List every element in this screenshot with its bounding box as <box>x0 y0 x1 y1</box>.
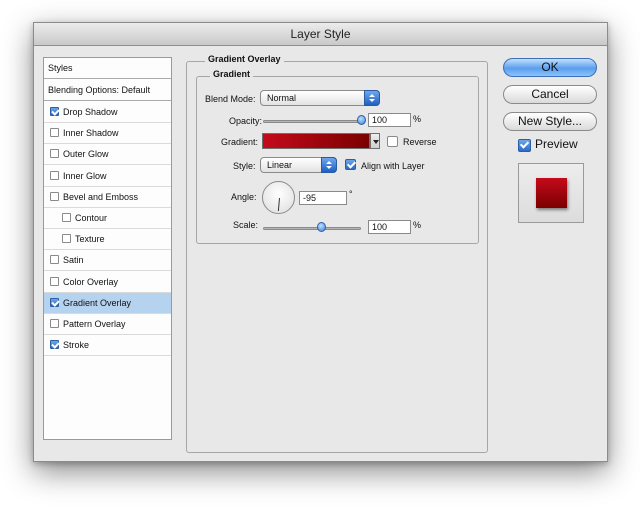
align-with-layer-label: Align with Layer <box>361 161 425 171</box>
opacity-input[interactable] <box>368 113 411 127</box>
opacity-slider-track[interactable] <box>263 120 362 123</box>
style-item-checkbox[interactable] <box>50 170 59 180</box>
title-bar[interactable]: Layer Style <box>34 23 607 46</box>
style-item-checkbox[interactable] <box>50 128 59 138</box>
blend-mode-label: Blend Mode: <box>205 94 256 104</box>
style-item-label: Gradient Overlay <box>63 297 132 308</box>
style-item-label: Color Overlay <box>63 276 119 287</box>
style-item-label: Outer Glow <box>63 149 109 160</box>
styles-list: Styles Blending Options: Default Drop Sh… <box>43 57 172 440</box>
subgroup-title: Gradient <box>210 69 254 79</box>
blend-mode-select[interactable]: Normal <box>260 90 380 106</box>
style-item-checkbox[interactable] <box>50 191 59 201</box>
scale-slider-thumb[interactable] <box>316 222 326 232</box>
gradient-swatch[interactable] <box>262 133 370 149</box>
styles-header-label: Styles <box>48 63 73 73</box>
style-item-drop-shadow[interactable]: Drop Shadow <box>44 102 171 123</box>
style-item-label: Bevel and Emboss <box>63 191 139 202</box>
scale-input[interactable] <box>368 220 411 234</box>
style-item-checkbox[interactable] <box>62 213 71 222</box>
reverse-checkbox[interactable] <box>387 136 398 147</box>
group-title: Gradient Overlay <box>205 54 284 64</box>
style-value: Linear <box>267 160 293 170</box>
reverse-label: Reverse <box>403 137 437 147</box>
style-item-label: Inner Shadow <box>63 128 119 139</box>
style-item-inner-shadow[interactable]: Inner Shadow <box>44 123 171 145</box>
style-item-stroke[interactable]: Stroke <box>44 335 171 357</box>
scale-slider-track[interactable] <box>263 227 361 230</box>
opacity-label: Opacity: <box>229 116 263 126</box>
preview-swatch <box>536 178 567 208</box>
layer-style-dialog: Layer Style Styles Blending Options: Def… <box>33 22 608 462</box>
style-item-checkbox[interactable] <box>50 255 59 265</box>
style-item-label: Contour <box>75 213 108 223</box>
style-item-inner-glow[interactable]: Inner Glow <box>44 166 171 187</box>
style-select[interactable]: Linear <box>260 157 337 173</box>
preview-checkbox[interactable] <box>518 139 531 152</box>
window-title: Layer Style <box>290 27 351 41</box>
blend-mode-value: Normal <box>267 93 297 103</box>
gradient-label: Gradient: <box>221 137 259 147</box>
style-item-label: Satin <box>63 255 84 266</box>
align-with-layer-checkbox[interactable] <box>345 159 356 170</box>
style-item-satin[interactable]: Satin <box>44 250 171 272</box>
style-item-checkbox[interactable] <box>50 149 59 159</box>
style-item-contour[interactable]: Contour <box>44 208 171 229</box>
angle-unit: ° <box>349 189 353 199</box>
style-item-checkbox[interactable] <box>50 319 59 328</box>
ok-button[interactable]: OK <box>503 58 597 77</box>
style-item-label: Stroke <box>63 340 90 351</box>
opacity-slider-thumb[interactable] <box>357 115 366 125</box>
scale-unit: % <box>413 220 422 230</box>
style-item-outer-glow[interactable]: Outer Glow <box>44 144 171 166</box>
scale-label: Scale: <box>233 220 259 230</box>
angle-input[interactable] <box>299 191 347 205</box>
style-item-pattern-overlay[interactable]: Pattern Overlay <box>44 314 171 335</box>
angle-needle <box>277 198 280 212</box>
chevron-updown-icon <box>321 157 337 173</box>
style-item-checkbox[interactable] <box>50 276 59 286</box>
style-item-color-overlay[interactable]: Color Overlay <box>44 272 171 293</box>
style-item-checkbox[interactable] <box>50 297 59 307</box>
angle-label: Angle: <box>231 192 257 202</box>
angle-dial[interactable] <box>262 181 295 214</box>
gradient-picker-arrow-icon[interactable] <box>370 133 380 149</box>
styles-header[interactable]: Styles <box>44 58 171 79</box>
opacity-unit: % <box>413 114 422 124</box>
cancel-button[interactable]: Cancel <box>503 85 597 104</box>
style-item-texture[interactable]: Texture <box>44 229 171 251</box>
style-item-gradient-overlay[interactable]: Gradient Overlay <box>44 292 171 314</box>
new-style-button[interactable]: New Style... <box>503 112 597 131</box>
chevron-updown-icon <box>364 90 380 106</box>
style-item-checkbox[interactable] <box>50 107 59 116</box>
style-item-label: Texture <box>75 234 105 245</box>
style-item-label: Inner Glow <box>63 170 107 181</box>
style-item-label: Pattern Overlay <box>63 319 126 329</box>
style-item-label: Drop Shadow <box>63 107 118 117</box>
preview-label: Preview <box>535 137 578 151</box>
style-label: Style: <box>233 161 256 171</box>
blending-options-item[interactable]: Blending Options: Default <box>44 80 171 101</box>
blending-options-label: Blending Options: Default <box>48 85 151 95</box>
style-item-checkbox[interactable] <box>62 234 71 244</box>
preview-thumbnail <box>518 163 584 223</box>
style-item-bevel-and-emboss[interactable]: Bevel and Emboss <box>44 187 171 208</box>
style-item-checkbox[interactable] <box>50 340 59 350</box>
